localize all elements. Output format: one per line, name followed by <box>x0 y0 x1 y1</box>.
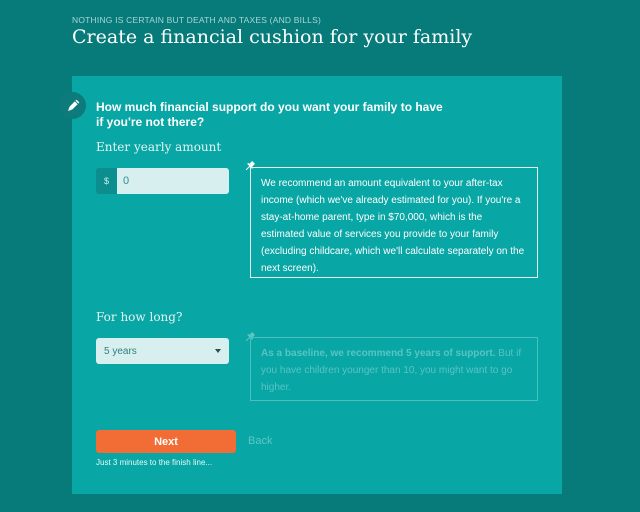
back-link[interactable]: Back <box>248 435 272 447</box>
caret-down-icon <box>215 349 221 353</box>
page-eyebrow: NOTHING IS CERTAIN BUT DEATH AND TAXES (… <box>72 15 321 25</box>
duration-select-value: 5 years <box>104 345 137 357</box>
page-title: Create a financial cushion for your fami… <box>72 26 473 48</box>
duration-label: For how long? <box>96 310 183 324</box>
amount-tip-box: We recommend an amount equivalent to you… <box>250 167 538 278</box>
pencil-icon <box>59 92 86 119</box>
yearly-amount-input[interactable]: 0 <box>117 168 229 194</box>
question-line-1: How much financial support do you want y… <box>96 100 443 114</box>
duration-tip-emphasis: As a baseline, we recommend 5 years of s… <box>261 348 496 359</box>
question-line-2: if you're not there? <box>96 115 205 129</box>
duration-select[interactable]: 5 years <box>96 338 229 364</box>
next-button[interactable]: Next <box>96 430 236 453</box>
question-card: How much financial support do you want y… <box>59 76 562 494</box>
duration-tip-box: As a baseline, we recommend 5 years of s… <box>250 337 538 401</box>
question-text: How much financial support do you want y… <box>96 100 456 130</box>
amount-label: Enter yearly amount <box>96 140 222 154</box>
finish-note: Just 3 minutes to the finish line... <box>96 458 213 467</box>
currency-prefix: $ <box>96 168 117 194</box>
